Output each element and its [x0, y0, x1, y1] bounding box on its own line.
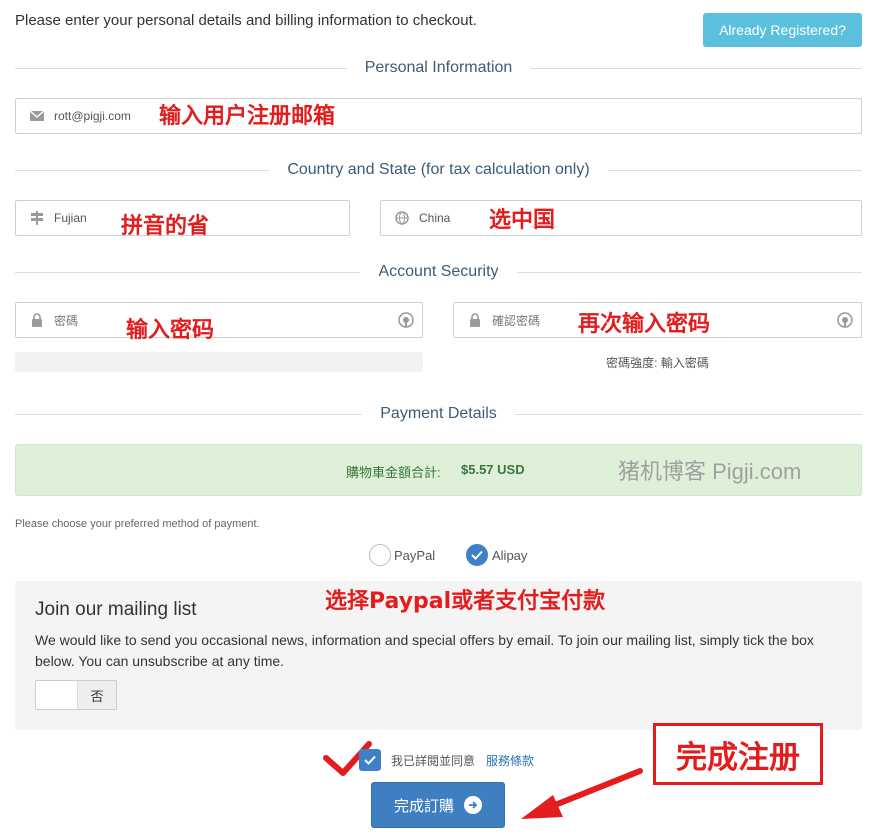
cart-total-value: $5.57 USD — [461, 462, 525, 477]
section-title: Payment Details — [380, 405, 497, 422]
annotation-payment: 选择Paypal或者支付宝付款 — [325, 589, 606, 614]
red-arrow-icon — [521, 768, 643, 819]
payment-method-prompt: Please choose your preferred method of p… — [15, 518, 260, 530]
alipay-radio[interactable] — [466, 544, 488, 566]
password-field[interactable]: 密碼 — [15, 302, 423, 338]
already-registered-button[interactable]: Already Registered? — [703, 13, 862, 47]
annotation-complete-registration: 完成注册 — [653, 723, 823, 785]
watermark: 猪机博客 Pigji.com — [618, 459, 802, 484]
lock-icon — [28, 313, 46, 327]
check-icon — [471, 550, 483, 560]
globe-icon — [393, 211, 411, 225]
toggle-label: 否 — [78, 681, 116, 709]
terms-text: 我已詳閱並同意 — [391, 754, 476, 768]
section-payment-details: Payment Details — [15, 402, 862, 426]
country-value: China — [419, 211, 451, 225]
alipay-label: Alipay — [492, 547, 528, 563]
complete-order-button[interactable]: 完成訂購 — [371, 782, 505, 828]
mailing-list-description: We would like to send you occasional new… — [35, 632, 814, 669]
signpost-icon — [28, 211, 46, 225]
section-account-security: Account Security — [15, 260, 862, 284]
password-strength-bar — [15, 352, 423, 372]
password-placeholder: 密碼 — [54, 313, 79, 328]
section-title: Country and State (for tax calculation o… — [287, 161, 590, 178]
annotation-country: 选中国 — [489, 208, 556, 233]
paypal-radio[interactable] — [369, 544, 391, 566]
confirm-password-reveal-icon[interactable] — [837, 312, 853, 333]
email-value: rott@pigji.com — [54, 109, 131, 123]
lock-icon — [466, 313, 484, 327]
payment-option-paypal[interactable]: PayPal — [369, 544, 435, 566]
section-personal-information: Personal Information — [15, 56, 863, 80]
state-value: Fujian — [54, 211, 87, 225]
confirm-password-placeholder: 確認密碼 — [492, 313, 541, 328]
annotation-confirm-password: 再次输入密码 — [578, 312, 711, 337]
check-icon — [364, 755, 376, 765]
complete-order-label: 完成訂購 — [393, 797, 454, 815]
checkout-intro-text: Please enter your personal details and b… — [15, 12, 477, 29]
arrow-right-icon — [464, 796, 482, 814]
section-title: Personal Information — [364, 59, 513, 76]
country-field[interactable]: China — [380, 200, 862, 236]
password-reveal-icon[interactable] — [398, 312, 414, 333]
mailing-list-title: Join our mailing list — [35, 599, 197, 620]
email-field[interactable]: rott@pigji.com — [15, 98, 862, 134]
terms-checkbox[interactable] — [359, 749, 381, 771]
toggle-knob — [36, 681, 78, 709]
cart-total-label: 購物車金額合計: — [346, 465, 441, 480]
payment-option-alipay[interactable]: Alipay — [466, 544, 527, 566]
password-strength-label: 密碼強度: 輸入密碼 — [606, 356, 709, 370]
section-title: Account Security — [378, 263, 499, 280]
paypal-label: PayPal — [394, 547, 436, 563]
annotation-password: 输入密码 — [126, 318, 215, 343]
annotation-email: 输入用户注册邮箱 — [159, 104, 336, 129]
annotation-state: 拼音的省 — [121, 214, 210, 239]
section-country-state: Country and State (for tax calculation o… — [15, 158, 862, 182]
envelope-icon — [28, 111, 46, 121]
mailing-list-toggle[interactable]: 否 — [35, 680, 117, 710]
